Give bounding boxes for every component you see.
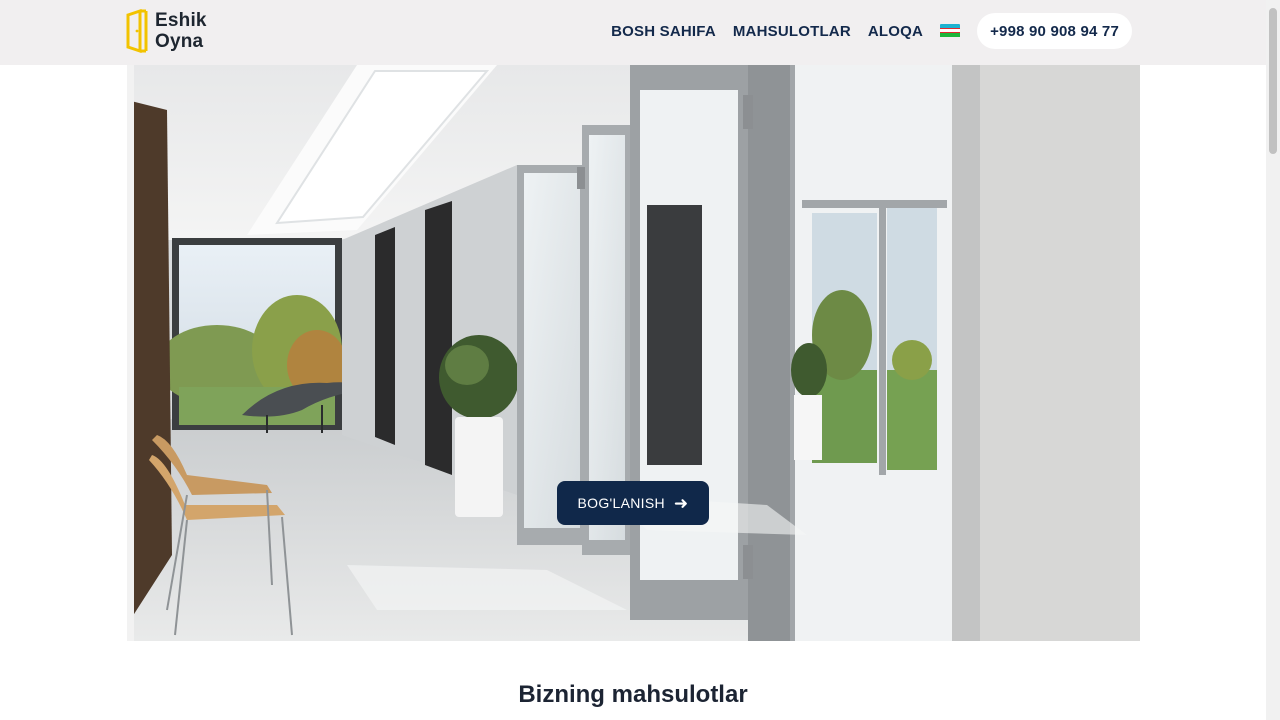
contact-cta-label: BOG'LANISH — [577, 495, 665, 511]
main-nav: BOSH SAHIFA MAHSULOTLAR ALOQA +998 90 90… — [611, 13, 1132, 49]
brand-name-line1: Eshik — [155, 10, 207, 31]
brand-logo[interactable]: Eshik Oyna — [126, 9, 207, 53]
nav-link-contact[interactable]: ALOQA — [868, 23, 923, 40]
scrollbar-thumb[interactable] — [1269, 8, 1277, 154]
nav-link-home[interactable]: BOSH SAHIFA — [611, 23, 716, 40]
door-window-logo-icon — [126, 9, 148, 53]
brand-name-line2: Oyna — [155, 31, 204, 52]
arrow-right-icon: ➜ — [673, 493, 689, 513]
page-scrollbar[interactable] — [1266, 0, 1280, 720]
contact-cta-button[interactable]: BOG'LANISH ➜ — [557, 481, 709, 525]
uzbekistan-flag-icon[interactable] — [940, 24, 961, 38]
hero-image — [127, 65, 1140, 641]
nav-link-products[interactable]: MAHSULOTLAR — [733, 23, 851, 40]
products-section-title: Bizning mahsulotlar — [518, 681, 748, 708]
phone-button[interactable]: +998 90 908 94 77 — [977, 13, 1132, 49]
site-header: Eshik Oyna BOSH SAHIFA MAHSULOTLAR ALOQA… — [0, 0, 1266, 65]
hero-banner: BOG'LANISH ➜ — [127, 65, 1140, 641]
brand-name: Eshik Oyna — [155, 10, 207, 52]
